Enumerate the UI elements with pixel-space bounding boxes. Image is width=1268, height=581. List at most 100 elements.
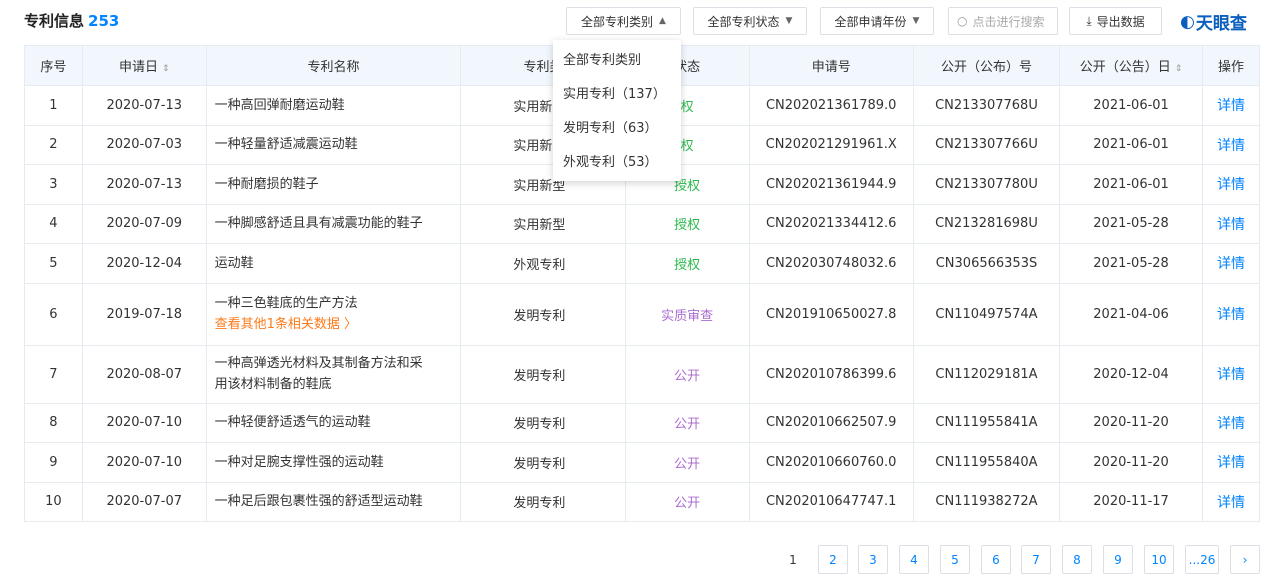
page-button[interactable]: 10 xyxy=(1144,545,1174,574)
cell-name-text: 一种三色鞋底的生产方法 xyxy=(214,296,358,311)
cell-pub-no: CN112029181A xyxy=(912,344,1061,404)
details-link[interactable]: 详情 xyxy=(1202,442,1260,483)
dropdown-item-invention[interactable]: 发明专利（63） xyxy=(553,112,681,146)
cell-apply-date: 2020-07-10 xyxy=(81,402,207,443)
details-link[interactable]: 详情 xyxy=(1202,344,1260,404)
caret-down-icon: ▼ xyxy=(912,16,920,26)
cell-type: 发明专利 xyxy=(460,402,626,443)
cell-pub-no: CN111955840A xyxy=(912,442,1061,483)
apply-year-filter-label: 全部申请年份 xyxy=(834,14,907,29)
details-link[interactable]: 详情 xyxy=(1202,85,1260,126)
dropdown-item-all[interactable]: 全部专利类别 xyxy=(553,44,681,78)
cell-type: 发明专利 xyxy=(460,344,626,404)
patent-type-filter[interactable]: 全部专利类别 ▲ xyxy=(566,7,681,35)
table-row: 5 2020-12-04 运动鞋 外观专利 授权 CN202030748032.… xyxy=(24,243,1260,284)
details-link[interactable]: 详情 xyxy=(1202,124,1260,165)
cell-apply-no: CN202010660760.0 xyxy=(748,442,914,483)
cell-name: 一种轻量舒适减震运动鞋 xyxy=(205,124,462,165)
details-link[interactable]: 详情 xyxy=(1202,481,1260,522)
cell-pub-date: 2021-05-28 xyxy=(1059,203,1204,244)
cell-apply-date: 2020-07-13 xyxy=(81,164,207,205)
details-link[interactable]: 详情 xyxy=(1202,164,1260,205)
cell-pub-no: CN213307768U xyxy=(912,85,1061,126)
table-row: 6 2019-07-18 一种三色鞋底的生产方法 查看其他1条相关数据 〉 发明… xyxy=(24,282,1260,346)
next-page-button[interactable]: › xyxy=(1230,545,1260,574)
page-button[interactable]: 2 xyxy=(818,545,848,574)
details-link[interactable]: 详情 xyxy=(1202,402,1260,443)
patent-status-filter[interactable]: 全部专利状态 ▼ xyxy=(693,7,807,35)
page-button-last[interactable]: ...26 xyxy=(1185,545,1219,574)
cell-name: 一种耐磨损的鞋子 xyxy=(205,164,462,205)
export-label: 导出数据 xyxy=(1096,14,1145,29)
cell-name: 一种轻便舒适透气的运动鞋 xyxy=(205,402,462,443)
col-apply-date[interactable]: 申请日 ⇕ xyxy=(81,45,207,86)
cell-name: 一种高弹透光材料及其制备方法和采 用该材料制备的鞋底 xyxy=(205,344,462,404)
details-link[interactable]: 详情 xyxy=(1202,282,1260,346)
cell-status: 授权 xyxy=(624,243,750,284)
cell-index: 3 xyxy=(24,164,83,205)
page-header: 专利信息 253 全部专利类别 ▲ 全部专利状态 ▼ 全部申请年份 ▼ ○ 点击进行搜索… xyxy=(0,0,1268,44)
cell-apply-no: CN202021334412.6 xyxy=(748,203,914,244)
page-button[interactable]: 4 xyxy=(899,545,929,574)
cell-pub-date: 2021-04-06 xyxy=(1059,282,1204,346)
sort-icon: ⇕ xyxy=(1174,64,1183,74)
cell-type: 发明专利 xyxy=(460,481,626,522)
cell-status: 授权 xyxy=(624,203,750,244)
cell-apply-date: 2019-07-18 xyxy=(81,282,207,346)
cell-apply-date: 2020-07-13 xyxy=(81,85,207,126)
logo: ◐ 天眼查 xyxy=(1180,9,1247,35)
caret-down-icon: ▼ xyxy=(785,16,793,26)
cell-type: 外观专利 xyxy=(460,243,626,284)
page-button[interactable]: 8 xyxy=(1062,545,1092,574)
cell-apply-no: CN201910650027.8 xyxy=(748,282,914,346)
cell-apply-date: 2020-07-09 xyxy=(81,203,207,244)
cell-name: 一种高回弹耐磨运动鞋 xyxy=(205,85,462,126)
cell-apply-no: CN202021291961.X xyxy=(748,124,914,165)
download-icon: ⤓ xyxy=(1086,13,1092,28)
cell-apply-no: CN202021361789.0 xyxy=(748,85,914,126)
cell-apply-date: 2020-07-07 xyxy=(81,481,207,522)
search-icon: ○ xyxy=(957,14,968,28)
cell-index: 9 xyxy=(24,442,83,483)
logo-text: 天眼查 xyxy=(1195,14,1247,34)
patent-count: 253 xyxy=(88,12,120,30)
apply-year-filter[interactable]: 全部申请年份 ▼ xyxy=(820,7,934,35)
cell-name: 一种脚感舒适且具有减震功能的鞋子 xyxy=(205,203,462,244)
col-pub-no: 公开（公布）号 xyxy=(912,45,1061,86)
cell-index: 2 xyxy=(24,124,83,165)
dropdown-item-utility[interactable]: 实用专利（137） xyxy=(553,78,681,112)
dropdown-item-design[interactable]: 外观专利（53） xyxy=(553,146,681,180)
cell-pub-no: CN213307780U xyxy=(912,164,1061,205)
export-button[interactable]: ⤓ 导出数据 xyxy=(1069,7,1162,35)
caret-up-icon: ▲ xyxy=(659,16,666,26)
search-input[interactable]: ○ 点击进行搜索 xyxy=(948,7,1058,35)
cell-index: 8 xyxy=(24,402,83,443)
table-row: 7 2020-08-07 一种高弹透光材料及其制备方法和采 用该材料制备的鞋底 … xyxy=(24,344,1260,404)
page-button[interactable]: 6 xyxy=(981,545,1011,574)
cell-pub-date: 2021-06-01 xyxy=(1059,85,1204,126)
page-button[interactable]: 9 xyxy=(1103,545,1133,574)
page-button[interactable]: 5 xyxy=(940,545,970,574)
table-row: 9 2020-07-10 一种对足腕支撑性强的运动鞋 发明专利 公开 CN202… xyxy=(24,442,1260,483)
col-name: 专利名称 xyxy=(205,45,462,86)
details-link[interactable]: 详情 xyxy=(1202,243,1260,284)
table-row: 10 2020-07-07 一种足后跟包裹性强的舒适型运动鞋 发明专利 公开 C… xyxy=(24,481,1260,522)
title-text: 专利信息 xyxy=(24,12,85,30)
cell-pub-date: 2020-12-04 xyxy=(1059,344,1204,404)
page-button[interactable]: 3 xyxy=(858,545,888,574)
details-link[interactable]: 详情 xyxy=(1202,203,1260,244)
cell-index: 7 xyxy=(24,344,83,404)
logo-mark-icon: ◐ xyxy=(1180,11,1195,32)
cell-type: 实用新型 xyxy=(460,203,626,244)
cell-status: 公开 xyxy=(624,344,750,404)
cell-name: 运动鞋 xyxy=(205,243,462,284)
more-related-link[interactable]: 查看其他1条相关数据 〉 xyxy=(215,314,461,335)
search-placeholder: 点击进行搜索 xyxy=(972,14,1045,29)
cell-index: 5 xyxy=(24,243,83,284)
page-button[interactable]: 7 xyxy=(1021,545,1051,574)
col-pub-date[interactable]: 公开（公告）日 ⇕ xyxy=(1059,45,1204,86)
cell-pub-date: 2021-05-28 xyxy=(1059,243,1204,284)
cell-pub-no: CN110497574A xyxy=(912,282,1061,346)
cell-name: 一种三色鞋底的生产方法 查看其他1条相关数据 〉 xyxy=(205,282,462,346)
cell-status: 公开 xyxy=(624,442,750,483)
